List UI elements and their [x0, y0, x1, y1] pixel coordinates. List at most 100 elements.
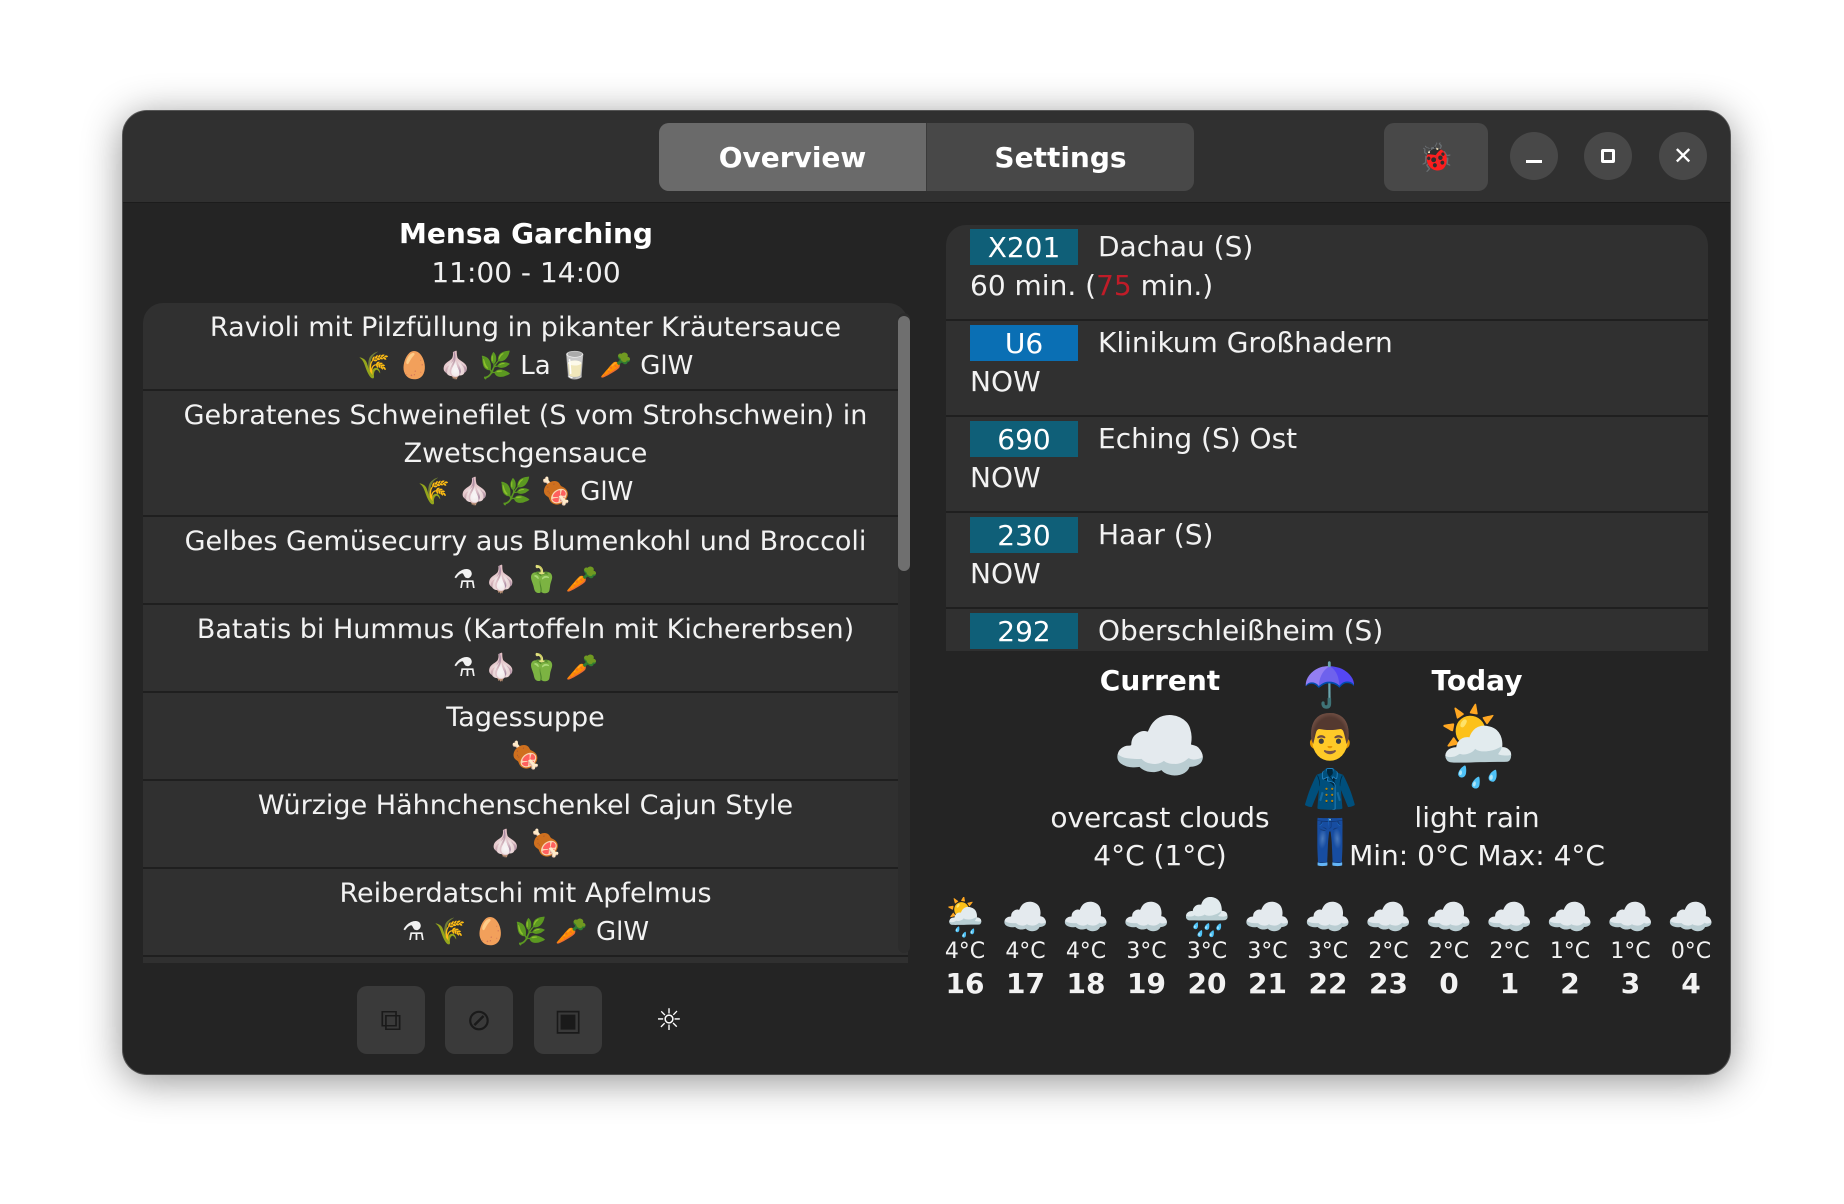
hourly-hour: 2 — [1560, 967, 1580, 997]
hourly-temp: 2°C — [1428, 939, 1470, 964]
minimize-button[interactable] — [1510, 132, 1558, 180]
hourly-item: ☁️0°C5 — [1722, 897, 1731, 997]
dish-name: Gebratenes Schweinefilet (S vom Strohsch… — [183, 400, 868, 469]
tab-overview[interactable]: Overview — [659, 123, 926, 191]
hourly-hour: 3 — [1620, 967, 1641, 997]
hourly-weather-icon: ☁️ — [1243, 897, 1292, 939]
menu-dish[interactable]: Gelbes Gemüsecurry aus Blumenkohl und Br… — [143, 517, 908, 605]
departure-row[interactable]: 230 Haar (S) NOW — [946, 513, 1708, 609]
departure-destination: Haar (S) — [1098, 518, 1214, 551]
hourly-weather-icon: ☁️ — [1722, 897, 1730, 937]
menu-dish[interactable]: Tagessuppe 🍖 — [143, 693, 908, 781]
hourly-temp: 3°C — [1126, 939, 1167, 964]
departure-time-text: NOW — [970, 461, 1041, 494]
departure-time-text: NOW — [970, 557, 1041, 590]
hourly-temp: 1°C — [1610, 939, 1651, 964]
header-bar: Overview Settings 🐞 ✕ — [123, 111, 1730, 203]
hourly-weather-icon: ☁️ — [1546, 897, 1594, 939]
debug-button[interactable]: 🐞 — [1384, 123, 1488, 191]
hourly-weather-icon: ☁️ — [1304, 897, 1352, 939]
departure-delay: 75 — [1096, 269, 1132, 302]
display-button[interactable]: ▣ — [534, 986, 602, 1054]
hourly-item: ☁️ 0°C 4 — [1661, 897, 1721, 997]
hourly-weather-icon: 🌦️ — [941, 897, 989, 939]
dish-name: Würzige Hähnchenschenkel Cajun Style — [257, 790, 794, 821]
hourly-temp: 3°C — [1247, 939, 1288, 964]
hourly-item: ☁️ 3°C 21 — [1238, 897, 1298, 997]
mensa-title: Mensa Garching — [399, 217, 653, 250]
hourly-forecast[interactable]: 🌦️ 4°C 16 ☁️ 4°C 17 ☁️ 4°C 18 ☁️ 3°C 19 🌧️ 3°C 20 ☁️ 3°C… — [935, 897, 1730, 997]
menu-dish[interactable]: Gebratenes Schweinefilet (S vom Strohsch… — [143, 391, 908, 517]
hourly-hour: 20 — [1187, 967, 1227, 997]
departure-row[interactable]: U6 Klinikum Großhadern NOW — [946, 321, 1708, 417]
cloud-icon: ☁️ — [1111, 702, 1209, 792]
umbrella-icon: ☂️ — [1302, 660, 1358, 711]
weather-today-desc: light rain — [1414, 801, 1540, 834]
menu-dish[interactable]: Knöpfle — [143, 957, 908, 963]
hourly-temp: 4°C — [944, 939, 986, 964]
maximize-icon — [1601, 149, 1615, 163]
hourly-weather-icon: 🌧️ — [1183, 897, 1231, 939]
maximize-button[interactable] — [1584, 132, 1632, 180]
hourly-hour: 5 — [1722, 967, 1731, 997]
tab-settings[interactable]: Settings — [926, 123, 1194, 191]
hourly-item: ☁️ 2°C 0 — [1419, 897, 1479, 997]
hourly-item: 🌦️ 4°C 16 — [935, 897, 995, 997]
menu-scrollbar-thumb[interactable] — [898, 316, 910, 571]
hourly-hour: 4 — [1681, 967, 1701, 997]
hourly-weather-icon: ☁️ — [1485, 897, 1534, 939]
departures-list[interactable]: X201 Dachau (S) 60 min. (75 min.) U6 Kliniku… — [946, 225, 1708, 651]
dish-name: Reiberdatschi mit Apfelmus — [339, 878, 712, 909]
hourly-weather-icon: ☁️ — [1364, 897, 1413, 939]
dish-name: Batatis bi Hummus (Kartoffeln mit Kicher… — [196, 614, 855, 645]
hourly-hour: 19 — [1127, 967, 1166, 997]
dish-allergen-icons: 🌾 🧄 🌿 🍖 GlW — [417, 477, 634, 507]
dish-allergen-icons: 🧄 🍖 — [488, 829, 562, 859]
hourly-temp: 1°C — [1549, 939, 1591, 964]
departure-time-text: 60 min. ( — [970, 269, 1097, 302]
brightness-button[interactable]: ☼ — [635, 986, 703, 1054]
dish-allergen-icons: ⚗ 🌾 🥚 🌿 🥕 GlW — [401, 917, 650, 947]
hourly-hour: 22 — [1308, 967, 1348, 997]
mouse-off-button[interactable]: ⊘ — [445, 986, 513, 1054]
hourly-hour: 1 — [1499, 967, 1520, 997]
hourly-hour: 23 — [1369, 967, 1408, 997]
hourly-weather-icon: ☁️ — [1062, 897, 1110, 939]
hourly-hour: 16 — [945, 967, 985, 997]
departure-destination: Klinikum Großhadern — [1098, 326, 1393, 359]
close-button[interactable]: ✕ — [1659, 132, 1707, 180]
hourly-item: 🌧️ 3°C 20 — [1177, 897, 1237, 997]
hourly-temp: 3°C — [1186, 939, 1228, 964]
menu-dish[interactable]: Reiberdatschi mit Apfelmus ⚗ 🌾 🥚 🌿 🥕 GlW — [143, 869, 908, 957]
hourly-weather-icon: ☁️ — [1606, 897, 1655, 939]
hourly-hour: 18 — [1066, 967, 1106, 997]
menu-dish[interactable]: Batatis bi Hummus (Kartoffeln mit Kicher… — [143, 605, 908, 693]
line-badge: X201 — [970, 229, 1078, 265]
line-badge: U6 — [970, 325, 1078, 361]
hourly-temp: 4°C — [1065, 939, 1107, 964]
weather-current-temp: 4°C (1°C) — [1093, 839, 1227, 872]
person-icon: 👨 — [1302, 712, 1358, 763]
weather-today-minmax: Min: 0°C Max: 4°C — [1349, 839, 1605, 872]
dish-allergen-icons: 🍖 — [509, 741, 542, 771]
mouse-off-icon: ⊘ — [466, 1002, 492, 1038]
screens-button[interactable]: ⧉ — [357, 986, 425, 1054]
app-window: Overview Settings 🐞 ✕ Mensa Garching 11:… — [123, 111, 1730, 1074]
departure-destination: Oberschleißheim (S) — [1098, 614, 1384, 647]
menu-dish[interactable]: Würzige Hähnchenschenkel Cajun Style 🧄 🍖 — [143, 781, 908, 869]
minimize-icon — [1526, 159, 1542, 163]
departure-row[interactable]: X201 Dachau (S) 60 min. (75 min.) — [946, 225, 1708, 321]
hourly-item: ☁️ 3°C 19 — [1117, 897, 1177, 997]
hourly-hour: 21 — [1248, 967, 1287, 997]
weather-today-label: Today — [1431, 664, 1523, 697]
hourly-temp: 2°C — [1489, 939, 1530, 964]
menu-list[interactable]: Ravioli mit Pilzfüllung in pikanter Kräu… — [143, 303, 908, 963]
hourly-item: ☁️ 2°C 23 — [1359, 897, 1419, 997]
menu-dish[interactable]: Ravioli mit Pilzfüllung in pikanter Kräu… — [143, 303, 908, 391]
hourly-temp: 0°C — [1670, 939, 1712, 964]
weather-current-label: Current — [1099, 664, 1221, 697]
departure-row[interactable]: 292 Oberschleißheim (S) — [946, 609, 1708, 651]
dish-allergen-icons: 🌾 🥚 🧄 🌿 La 🥛 🥕 GlW — [357, 351, 694, 381]
departure-time: NOW — [970, 362, 1041, 402]
departure-row[interactable]: 690 Eching (S) Ost NOW — [946, 417, 1708, 513]
